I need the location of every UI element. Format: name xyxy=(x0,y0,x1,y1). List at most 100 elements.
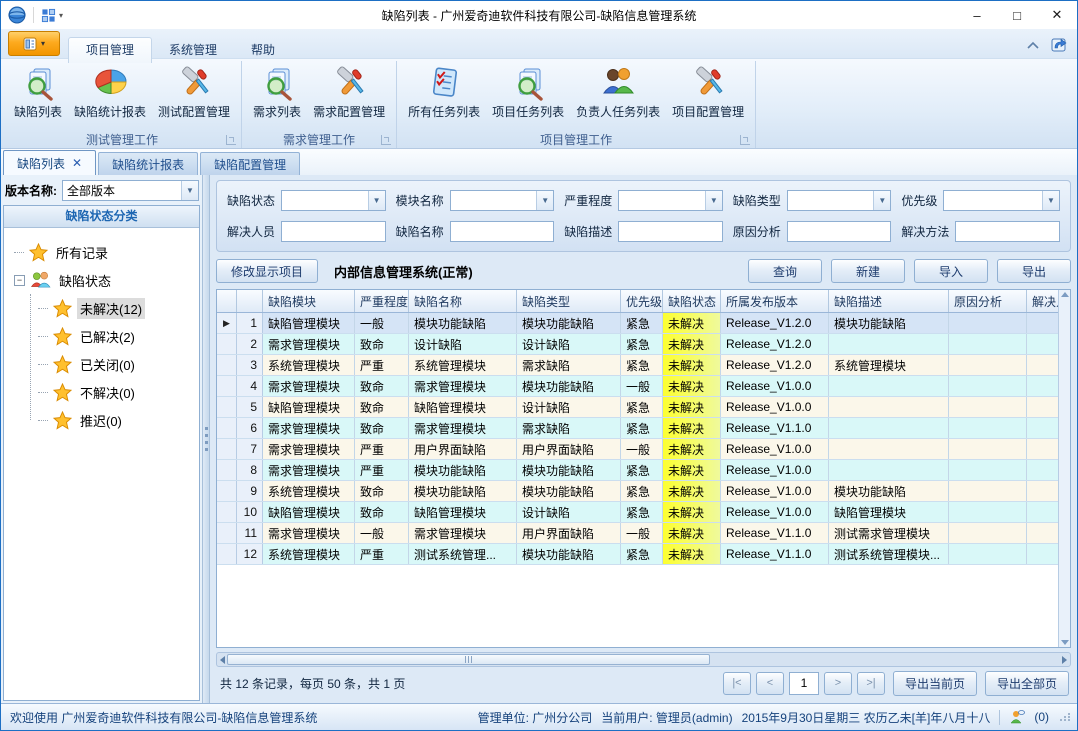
table-row[interactable]: 7需求管理模块严重用户界面缺陷用户界面缺陷一般未解决Release_V1.0.0 xyxy=(217,439,1058,460)
grid-cell[interactable] xyxy=(829,376,949,396)
table-row[interactable]: 5缺陷管理模块致命缺陷管理模块设计缺陷紧急未解决Release_V1.0.0 xyxy=(217,397,1058,418)
ribbon-tab-帮助[interactable]: 帮助 xyxy=(234,38,292,63)
grid-cell[interactable]: 模块功能缺陷 xyxy=(517,481,621,501)
grid-cell[interactable]: 系统管理模块 xyxy=(829,355,949,375)
doc-tab-缺陷配置管理[interactable]: 缺陷配置管理 xyxy=(200,152,300,175)
grid-cell[interactable]: 严重 xyxy=(355,460,409,480)
filter-select[interactable]: ▼ xyxy=(618,190,723,211)
grid-cell[interactable]: 未解决 xyxy=(663,313,721,333)
ribbon-button[interactable]: 所有任务列表 xyxy=(403,62,485,122)
grid-cell[interactable]: 设计缺陷 xyxy=(517,397,621,417)
grid-cell[interactable]: 缺陷管理模块 xyxy=(263,397,355,417)
vertical-scrollbar[interactable] xyxy=(1058,290,1070,647)
grid-cell[interactable] xyxy=(949,460,1027,480)
grid-cell[interactable]: 一般 xyxy=(355,523,409,543)
grid-cell[interactable]: 缺陷管理模块 xyxy=(263,502,355,522)
column-header[interactable]: 缺陷模块 xyxy=(263,290,355,312)
grid-cell[interactable]: 设计缺陷 xyxy=(517,502,621,522)
grid-cell[interactable] xyxy=(829,418,949,438)
grid-cell[interactable]: 紧急 xyxy=(621,397,663,417)
grid-cell[interactable]: 测试系统管理模块... xyxy=(829,544,949,564)
sidebar-splitter[interactable] xyxy=(202,175,210,703)
action-button-查询[interactable]: 查询 xyxy=(748,259,822,283)
collapse-ribbon-icon[interactable] xyxy=(1027,41,1039,49)
grid-cell[interactable]: 紧急 xyxy=(621,355,663,375)
horizontal-scrollbar[interactable] xyxy=(216,652,1071,667)
grid-cell[interactable] xyxy=(1027,439,1058,459)
scroll-up-icon[interactable] xyxy=(1061,292,1069,297)
grid-cell[interactable]: 严重 xyxy=(355,544,409,564)
grid-cell[interactable]: 需求管理模块 xyxy=(409,376,517,396)
ribbon-button[interactable]: 测试配置管理 xyxy=(153,62,235,122)
grid-cell[interactable] xyxy=(829,334,949,354)
grid-cell[interactable]: 一般 xyxy=(621,439,663,459)
action-button-导入[interactable]: 导入 xyxy=(914,259,988,283)
grid-cell[interactable]: Release_V1.0.0 xyxy=(721,460,829,480)
chevron-down-icon[interactable]: ▼ xyxy=(1042,191,1059,210)
export-current-page-button[interactable]: 导出当前页 xyxy=(893,671,977,696)
grid-cell[interactable] xyxy=(1027,502,1058,522)
grid-cell[interactable] xyxy=(949,481,1027,501)
doc-tab-缺陷统计报表[interactable]: 缺陷统计报表 xyxy=(98,152,198,175)
filter-input[interactable] xyxy=(450,221,555,242)
column-header[interactable]: 原因分析 xyxy=(949,290,1027,312)
filter-select[interactable]: ▼ xyxy=(787,190,892,211)
grid-cell[interactable] xyxy=(829,397,949,417)
grid-cell[interactable] xyxy=(949,355,1027,375)
table-row[interactable]: 11需求管理模块一般需求管理模块用户界面缺陷一般未解决Release_V1.1.… xyxy=(217,523,1058,544)
grid-cell[interactable] xyxy=(1027,544,1058,564)
grid-cell[interactable]: 致命 xyxy=(355,334,409,354)
grid-cell[interactable]: 系统管理模块 xyxy=(409,355,517,375)
modify-columns-button[interactable]: 修改显示项目 xyxy=(216,259,318,283)
grid-cell[interactable]: 测试系统管理... xyxy=(409,544,517,564)
table-row[interactable]: 9系统管理模块致命模块功能缺陷模块功能缺陷紧急未解决Release_V1.0.0… xyxy=(217,481,1058,502)
tree-item[interactable]: 推迟(0) xyxy=(38,406,197,434)
filter-input[interactable] xyxy=(618,221,723,242)
grid-cell[interactable]: 未解决 xyxy=(663,334,721,354)
grid-cell[interactable]: 模块功能缺陷 xyxy=(409,460,517,480)
grid-cell[interactable]: 紧急 xyxy=(621,313,663,333)
dialog-launcher-icon[interactable] xyxy=(381,135,391,145)
user-messages-icon[interactable] xyxy=(1009,709,1025,725)
ribbon-button[interactable]: 需求配置管理 xyxy=(308,62,390,122)
tree-item[interactable]: 未解决(12) xyxy=(38,294,197,322)
grid-cell[interactable]: 未解决 xyxy=(663,544,721,564)
column-header[interactable]: 优先级 xyxy=(621,290,663,312)
resize-grip[interactable] xyxy=(1060,713,1071,721)
grid-cell[interactable]: 用户界面缺陷 xyxy=(517,523,621,543)
dialog-launcher-icon[interactable] xyxy=(740,135,750,145)
grid-cell[interactable]: 需求管理模块 xyxy=(263,334,355,354)
dialog-launcher-icon[interactable] xyxy=(226,135,236,145)
grid-cell[interactable]: 需求缺陷 xyxy=(517,418,621,438)
grid-cell[interactable]: 致命 xyxy=(355,481,409,501)
grid-cell[interactable]: Release_V1.1.0 xyxy=(721,544,829,564)
grid-cell[interactable]: 致命 xyxy=(355,397,409,417)
chevron-down-icon[interactable]: ▼ xyxy=(368,191,385,210)
grid-cell[interactable]: Release_V1.0.0 xyxy=(721,502,829,522)
grid-cell[interactable]: 致命 xyxy=(355,376,409,396)
column-header[interactable]: 严重程度 xyxy=(355,290,409,312)
scrollbar-thumb[interactable] xyxy=(227,654,710,665)
grid-cell[interactable]: 需求管理模块 xyxy=(263,376,355,396)
filter-select[interactable]: ▼ xyxy=(281,190,386,211)
ribbon-button[interactable]: 需求列表 xyxy=(248,62,306,122)
grid-cell[interactable] xyxy=(1027,313,1058,333)
grid-cell[interactable]: 模块功能缺陷 xyxy=(409,481,517,501)
grid-cell[interactable]: 需求管理模块 xyxy=(409,523,517,543)
filter-select[interactable]: ▼ xyxy=(450,190,555,211)
filter-input[interactable] xyxy=(787,221,892,242)
grid-cell[interactable]: Release_V1.2.0 xyxy=(721,355,829,375)
grid-cell[interactable]: 紧急 xyxy=(621,418,663,438)
grid-cell[interactable]: Release_V1.1.0 xyxy=(721,523,829,543)
filter-select[interactable]: ▼ xyxy=(943,190,1060,211)
table-row[interactable]: 6需求管理模块致命需求管理模块需求缺陷紧急未解决Release_V1.1.0 xyxy=(217,418,1058,439)
column-header[interactable]: 缺陷类型 xyxy=(517,290,621,312)
ribbon-button[interactable]: 缺陷统计报表 xyxy=(69,62,151,122)
next-page-button[interactable]: > xyxy=(824,672,852,695)
grid-cell[interactable]: 模块功能缺陷 xyxy=(409,313,517,333)
column-header[interactable]: 缺陷状态 xyxy=(663,290,721,312)
tree-item[interactable]: − 缺陷状态 xyxy=(14,266,197,294)
grid-cell[interactable]: 未解决 xyxy=(663,460,721,480)
grid-cell[interactable] xyxy=(949,397,1027,417)
grid-cell[interactable]: 一般 xyxy=(621,376,663,396)
